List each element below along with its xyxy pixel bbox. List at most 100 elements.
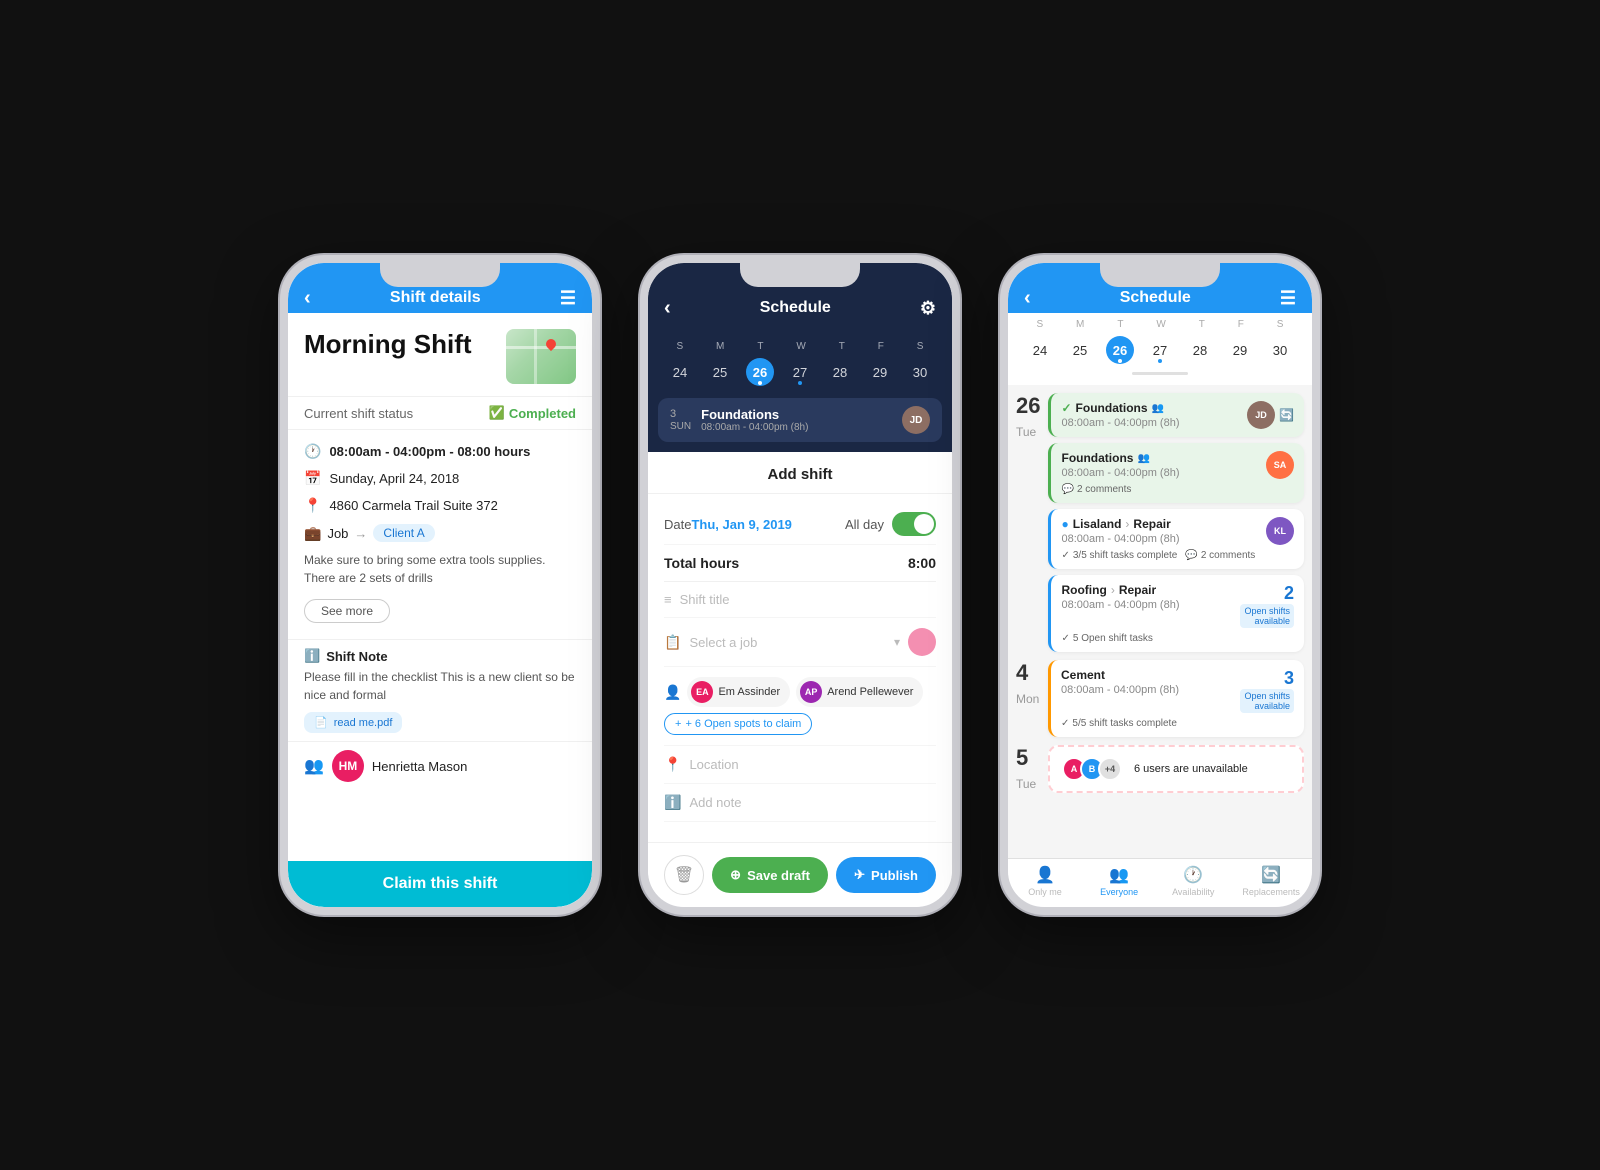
- address-value: 4860 Carmela Trail Suite 372: [329, 498, 497, 513]
- date-value[interactable]: Thu, Jan 9, 2019: [691, 517, 791, 532]
- assignee-em[interactable]: EA Em Assinder: [687, 677, 790, 707]
- all-day-toggle[interactable]: [892, 512, 936, 536]
- shift-time: 08:00am - 04:00pm (8h): [1061, 533, 1179, 545]
- shift-meta: 💬 2 comments: [1061, 484, 1294, 495]
- nav-everyone[interactable]: 👥 Everyone: [1094, 865, 1144, 897]
- add-shift-title: Add shift: [648, 452, 952, 494]
- back-button[interactable]: ‹: [304, 287, 311, 310]
- nav-only-me[interactable]: 👤 Only me: [1020, 865, 1070, 897]
- cal-date-29[interactable]: 29: [866, 358, 894, 386]
- comments-badge: 💬 2 comments: [1185, 550, 1255, 561]
- cal-date-30[interactable]: 30: [906, 358, 934, 386]
- nav-label-replacements: Replacements: [1242, 887, 1300, 897]
- cal-days: SMTWTFS: [1020, 319, 1300, 330]
- menu-icon[interactable]: ☰: [560, 288, 576, 309]
- nav-availability[interactable]: 🕐 Availability: [1168, 865, 1218, 897]
- delete-button[interactable]: 🗑: [664, 855, 704, 895]
- cal-d-29[interactable]: 29: [1226, 336, 1254, 364]
- publish-button[interactable]: ✈ Publish: [836, 857, 936, 893]
- job-placeholder: Select a job: [689, 635, 886, 650]
- save-draft-button[interactable]: ⊕ Save draft: [712, 857, 828, 893]
- status-value: ✅ Completed: [489, 405, 576, 421]
- cal-d-27[interactable]: 27: [1146, 336, 1174, 364]
- shift-title-row[interactable]: ≡ Shift title: [664, 582, 936, 618]
- people-icon: 👥: [304, 756, 324, 776]
- cal-d-26[interactable]: 26: [1106, 336, 1134, 364]
- shift-meta: ✓ 5 Open shift tasks: [1061, 633, 1294, 644]
- cal-d-30[interactable]: 30: [1266, 336, 1294, 364]
- shift-lisaland[interactable]: ● Lisaland › Repair 08:00am - 04:00pm (8…: [1048, 509, 1304, 569]
- shift-foundations-2[interactable]: Foundations 👥 08:00am - 04:00pm (8h) SA: [1048, 443, 1304, 503]
- location-label: Location: [689, 757, 738, 772]
- cal-d-28[interactable]: 28: [1186, 336, 1214, 364]
- day-4-number: 4: [1016, 660, 1040, 686]
- header-bar: ‹ Schedule ⚙: [648, 283, 952, 333]
- cal-date-24[interactable]: 24: [666, 358, 694, 386]
- shift-note-title: ℹ️ Shift Note: [304, 648, 576, 664]
- cal-date-26[interactable]: 26: [746, 358, 774, 386]
- shift-time: 08:00am - 04:00pm (8h): [1061, 417, 1179, 429]
- people-icon: 👤: [664, 684, 681, 701]
- cal-date-25[interactable]: 25: [706, 358, 734, 386]
- note-row[interactable]: ℹ️ Add note: [664, 784, 936, 822]
- chevron-down-icon: ▾: [894, 635, 900, 649]
- cal-d-25[interactable]: 25: [1066, 336, 1094, 364]
- people-icon: 👥: [1137, 453, 1149, 464]
- time-row: 🕐 08:00am - 04:00pm - 08:00 hours: [304, 438, 576, 465]
- claim-shift-button[interactable]: Claim this shift: [288, 861, 592, 907]
- assignee-name: Em Assinder: [718, 686, 780, 698]
- gear-icon[interactable]: ⚙: [920, 298, 936, 319]
- comment-icon: 💬: [1185, 550, 1197, 561]
- shift-note-text: Please fill in the checklist This is a n…: [304, 668, 576, 704]
- file-attachment[interactable]: 📄 read me.pdf: [304, 712, 402, 733]
- cal-date-28[interactable]: 28: [826, 358, 854, 386]
- job-note-text: Make sure to bring some extra tools supp…: [304, 547, 576, 595]
- file-icon: 📄: [314, 716, 328, 729]
- total-hours-label: Total hours: [664, 555, 739, 571]
- phone-add-shift: ‹ Schedule ⚙ S M T W T F S: [640, 255, 960, 915]
- unavail-text: 6 users are unavailable: [1134, 763, 1248, 775]
- back-button[interactable]: ‹: [664, 297, 671, 320]
- job-value: Client A: [373, 524, 434, 542]
- cal-dates: 24 25 26 27 28 29 30: [1020, 336, 1300, 364]
- cal-date-27[interactable]: 27: [786, 358, 814, 386]
- assignee-arend[interactable]: AP Arend Pellewever: [796, 677, 923, 707]
- unavail-avatars: A B +4: [1062, 757, 1122, 781]
- calendar-row: SMTWTFS 24 25 26 27 28 29 30: [1008, 313, 1312, 385]
- shift-cement[interactable]: Cement 08:00am - 04:00pm (8h) 3 Open shi…: [1048, 660, 1304, 737]
- shift-name: ● Lisaland › Repair: [1061, 517, 1179, 531]
- info-rows: 🕐 08:00am - 04:00pm - 08:00 hours 📅 Sund…: [288, 430, 592, 639]
- location-row[interactable]: 📍 Location: [664, 746, 936, 784]
- day-4-header: 4 Mon Cement 08:00am - 04:00pm (8h): [1016, 660, 1304, 737]
- job-select-row[interactable]: 📋 Select a job ▾: [664, 618, 936, 667]
- shift-details-content: Morning Shift Current shift status ✅: [288, 313, 592, 907]
- check-icon: ✅: [489, 405, 505, 421]
- day-26-name: Tue: [1016, 425, 1040, 439]
- nav-replacements[interactable]: 🔄 Replacements: [1242, 865, 1300, 897]
- color-picker[interactable]: [908, 628, 936, 656]
- day-5-header: 5 Tue A B +4 6 users: [1016, 745, 1304, 793]
- all-day-label: All day: [845, 517, 884, 532]
- unavail-count: +4: [1098, 757, 1122, 781]
- clock-icon: 🕐: [1183, 865, 1203, 885]
- menu-icon[interactable]: ☰: [1280, 288, 1296, 309]
- open-spots-chip[interactable]: + + 6 Open spots to claim: [664, 713, 812, 735]
- shift-note-section: ℹ️ Shift Note Please fill in the checkli…: [288, 639, 592, 741]
- preview-shift-name: Foundations: [701, 407, 902, 422]
- preview-avatar: JD: [902, 406, 930, 434]
- cal-d-24[interactable]: 24: [1026, 336, 1054, 364]
- day-5: 5 Tue A B +4 6 users: [1016, 745, 1304, 793]
- shift-header-section: Morning Shift: [288, 313, 592, 397]
- time-value: 08:00am - 04:00pm - 08:00 hours: [329, 444, 530, 459]
- swap-icon: 🔄: [1261, 865, 1281, 885]
- shift-avatar: JD: [1247, 401, 1275, 429]
- person-icon: 👤: [1035, 865, 1055, 885]
- see-more-button[interactable]: See more: [304, 599, 390, 623]
- shift-title: Morning Shift: [304, 329, 496, 360]
- calendar-icon: 📅: [304, 470, 321, 487]
- open-shifts-label: Open shiftsavailable: [1240, 604, 1294, 628]
- shift-roofing[interactable]: Roofing › Repair 08:00am - 04:00pm (8h) …: [1048, 575, 1304, 652]
- date-value: Sunday, April 24, 2018: [329, 471, 459, 486]
- back-button[interactable]: ‹: [1024, 287, 1031, 310]
- shift-foundations-1[interactable]: ✓ Foundations 👥 08:00am - 04:00pm (8h) J…: [1048, 393, 1304, 437]
